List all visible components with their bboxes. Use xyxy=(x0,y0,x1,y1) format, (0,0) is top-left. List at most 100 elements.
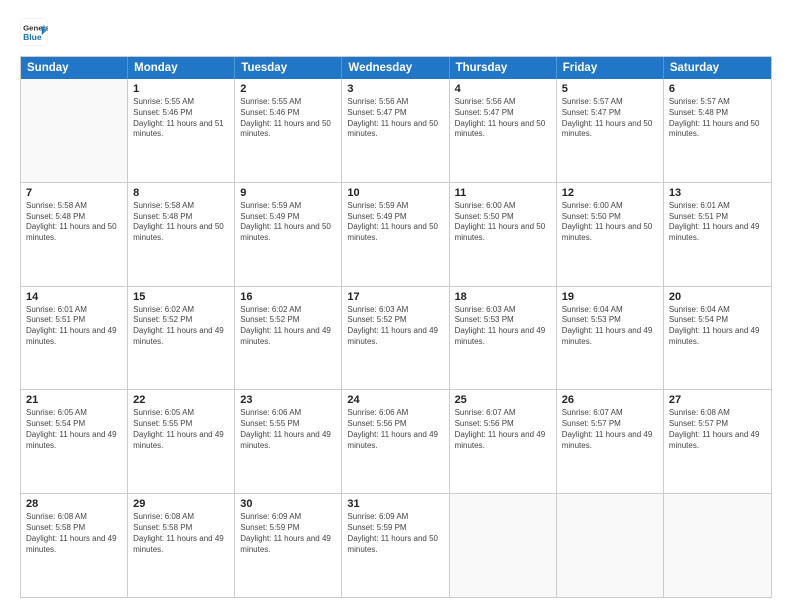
sunset-text: Sunset: 5:58 PM xyxy=(133,523,229,534)
day-cell-3: 3 Sunrise: 5:56 AMSunset: 5:47 PMDaylight… xyxy=(342,79,449,182)
sunrise-text: Sunrise: 6:02 AM xyxy=(133,305,229,316)
day-cell-10: 10Sunrise: 5:59 AMSunset: 5:49 PMDayligh… xyxy=(342,183,449,286)
sunset-text: Sunset: 5:51 PM xyxy=(26,315,122,326)
logo: General Blue xyxy=(20,18,51,46)
day-number: 17 xyxy=(347,291,443,303)
daylight-text: Daylight: 11 hours and 50 minutes. xyxy=(347,222,443,244)
empty-cell-0-0 xyxy=(21,79,128,182)
day-cell-12: 12Sunrise: 6:00 AMSunset: 5:50 PMDayligh… xyxy=(557,183,664,286)
day-cell-30: 30Sunrise: 6:09 AMSunset: 5:59 PMDayligh… xyxy=(235,494,342,597)
day-number: 28 xyxy=(26,498,122,510)
day-number: 30 xyxy=(240,498,336,510)
day-cell-21: 21Sunrise: 6:05 AMSunset: 5:54 PMDayligh… xyxy=(21,390,128,493)
calendar-header: SundayMondayTuesdayWednesdayThursdayFrid… xyxy=(21,57,771,79)
day-number: 22 xyxy=(133,394,229,406)
daylight-text: Daylight: 11 hours and 49 minutes. xyxy=(240,326,336,348)
day-number: 4 xyxy=(455,83,551,95)
header-day-friday: Friday xyxy=(557,57,664,79)
day-number: 16 xyxy=(240,291,336,303)
sunset-text: Sunset: 5:53 PM xyxy=(562,315,658,326)
day-number: 27 xyxy=(669,394,766,406)
day-number: 14 xyxy=(26,291,122,303)
sunrise-text: Sunrise: 6:06 AM xyxy=(347,408,443,419)
daylight-text: Daylight: 11 hours and 50 minutes. xyxy=(240,119,336,141)
daylight-text: Daylight: 11 hours and 49 minutes. xyxy=(26,326,122,348)
sunrise-text: Sunrise: 6:05 AM xyxy=(26,408,122,419)
day-number: 15 xyxy=(133,291,229,303)
header-day-saturday: Saturday xyxy=(664,57,771,79)
sunrise-text: Sunrise: 5:55 AM xyxy=(240,97,336,108)
day-cell-1: 1Sunrise: 5:55 AMSunset: 5:46 PMDaylight… xyxy=(128,79,235,182)
daylight-text: Daylight: 11 hours and 49 minutes. xyxy=(240,534,336,556)
daylight-text: Daylight: 11 hours and 50 minutes. xyxy=(455,222,551,244)
day-number: 7 xyxy=(26,187,122,199)
day-cell-18: 18 Sunrise: 6:03 AMSunset: 5:53 PMDayligh… xyxy=(450,287,557,390)
sunrise-text: Sunrise: 6:03 AM xyxy=(347,305,443,316)
sunrise-text: Sunrise: 6:08 AM xyxy=(669,408,766,419)
daylight-text: Daylight: 11 hours and 49 minutes. xyxy=(26,430,122,452)
sunset-text: Sunset: 5:54 PM xyxy=(669,315,766,326)
day-number: 26 xyxy=(562,394,658,406)
sunset-text: Sunset: 5:58 PM xyxy=(26,523,122,534)
sunrise-text: Sunrise: 6:07 AM xyxy=(455,408,551,419)
daylight-text: Daylight: 11 hours and 49 minutes. xyxy=(669,430,766,452)
sunset-text: Sunset: 5:52 PM xyxy=(133,315,229,326)
week-row-5: 28Sunrise: 6:08 AMSunset: 5:58 PMDayligh… xyxy=(21,494,771,597)
day-cell-11: 11Sunrise: 6:00 AMSunset: 5:50 PMDayligh… xyxy=(450,183,557,286)
sunset-text: Sunset: 5:56 PM xyxy=(347,419,443,430)
sunrise-text: Sunrise: 5:58 AM xyxy=(133,201,229,212)
sunrise-text: Sunrise: 6:08 AM xyxy=(26,512,122,523)
day-number: 18 xyxy=(455,291,551,303)
sunset-text: Sunset: 5:56 PM xyxy=(455,419,551,430)
sunset-text: Sunset: 5:50 PM xyxy=(562,212,658,223)
day-cell-19: 19Sunrise: 6:04 AMSunset: 5:53 PMDayligh… xyxy=(557,287,664,390)
day-cell-8: 8Sunrise: 5:58 AMSunset: 5:48 PMDaylight… xyxy=(128,183,235,286)
daylight-text: Daylight: 11 hours and 49 minutes. xyxy=(455,430,551,452)
sunrise-text: Sunrise: 6:02 AM xyxy=(240,305,336,316)
day-cell-29: 29 Sunrise: 6:08 AMSunset: 5:58 PMDayligh… xyxy=(128,494,235,597)
day-number: 12 xyxy=(562,187,658,199)
day-cell-7: 7Sunrise: 5:58 AMSunset: 5:48 PMDaylight… xyxy=(21,183,128,286)
daylight-text: Daylight: 11 hours and 49 minutes. xyxy=(133,534,229,556)
daylight-text: Daylight: 11 hours and 49 minutes. xyxy=(562,326,658,348)
header-day-thursday: Thursday xyxy=(450,57,557,79)
sunrise-text: Sunrise: 5:56 AM xyxy=(347,97,443,108)
sunset-text: Sunset: 5:59 PM xyxy=(240,523,336,534)
day-cell-6: 6Sunrise: 5:57 AMSunset: 5:48 PMDaylight… xyxy=(664,79,771,182)
logo-icon: General Blue xyxy=(20,18,48,46)
day-number: 8 xyxy=(133,187,229,199)
sunset-text: Sunset: 5:53 PM xyxy=(455,315,551,326)
day-number: 24 xyxy=(347,394,443,406)
daylight-text: Daylight: 11 hours and 49 minutes. xyxy=(240,430,336,452)
sunrise-text: Sunrise: 6:03 AM xyxy=(455,305,551,316)
day-number: 1 xyxy=(133,83,229,95)
day-cell-2: 2Sunrise: 5:55 AMSunset: 5:46 PMDaylight… xyxy=(235,79,342,182)
sunset-text: Sunset: 5:48 PM xyxy=(669,108,766,119)
sunset-text: Sunset: 5:47 PM xyxy=(347,108,443,119)
daylight-text: Daylight: 11 hours and 49 minutes. xyxy=(455,326,551,348)
day-number: 9 xyxy=(240,187,336,199)
day-number: 29 xyxy=(133,498,229,510)
day-cell-17: 17Sunrise: 6:03 AMSunset: 5:52 PMDayligh… xyxy=(342,287,449,390)
day-cell-16: 16 Sunrise: 6:02 AMSunset: 5:52 PMDayligh… xyxy=(235,287,342,390)
page: General Blue SundayMondayTuesdayWednesda… xyxy=(0,0,792,612)
daylight-text: Daylight: 11 hours and 50 minutes. xyxy=(562,119,658,141)
daylight-text: Daylight: 11 hours and 50 minutes. xyxy=(347,534,443,556)
day-cell-20: 20Sunrise: 6:04 AMSunset: 5:54 PMDayligh… xyxy=(664,287,771,390)
day-cell-4: 4Sunrise: 5:56 AMSunset: 5:47 PMDaylight… xyxy=(450,79,557,182)
day-cell-31: 31Sunrise: 6:09 AMSunset: 5:59 PMDayligh… xyxy=(342,494,449,597)
day-number: 23 xyxy=(240,394,336,406)
daylight-text: Daylight: 11 hours and 50 minutes. xyxy=(347,119,443,141)
sunrise-text: Sunrise: 6:07 AM xyxy=(562,408,658,419)
day-cell-22: 22Sunrise: 6:05 AMSunset: 5:55 PMDayligh… xyxy=(128,390,235,493)
sunrise-text: Sunrise: 6:00 AM xyxy=(562,201,658,212)
daylight-text: Daylight: 11 hours and 49 minutes. xyxy=(133,430,229,452)
sunset-text: Sunset: 5:54 PM xyxy=(26,419,122,430)
sunset-text: Sunset: 5:46 PM xyxy=(133,108,229,119)
sunset-text: Sunset: 5:52 PM xyxy=(240,315,336,326)
calendar: SundayMondayTuesdayWednesdayThursdayFrid… xyxy=(20,56,772,598)
day-number: 3 xyxy=(347,83,443,95)
sunrise-text: Sunrise: 6:08 AM xyxy=(133,512,229,523)
day-number: 5 xyxy=(562,83,658,95)
sunrise-text: Sunrise: 5:55 AM xyxy=(133,97,229,108)
